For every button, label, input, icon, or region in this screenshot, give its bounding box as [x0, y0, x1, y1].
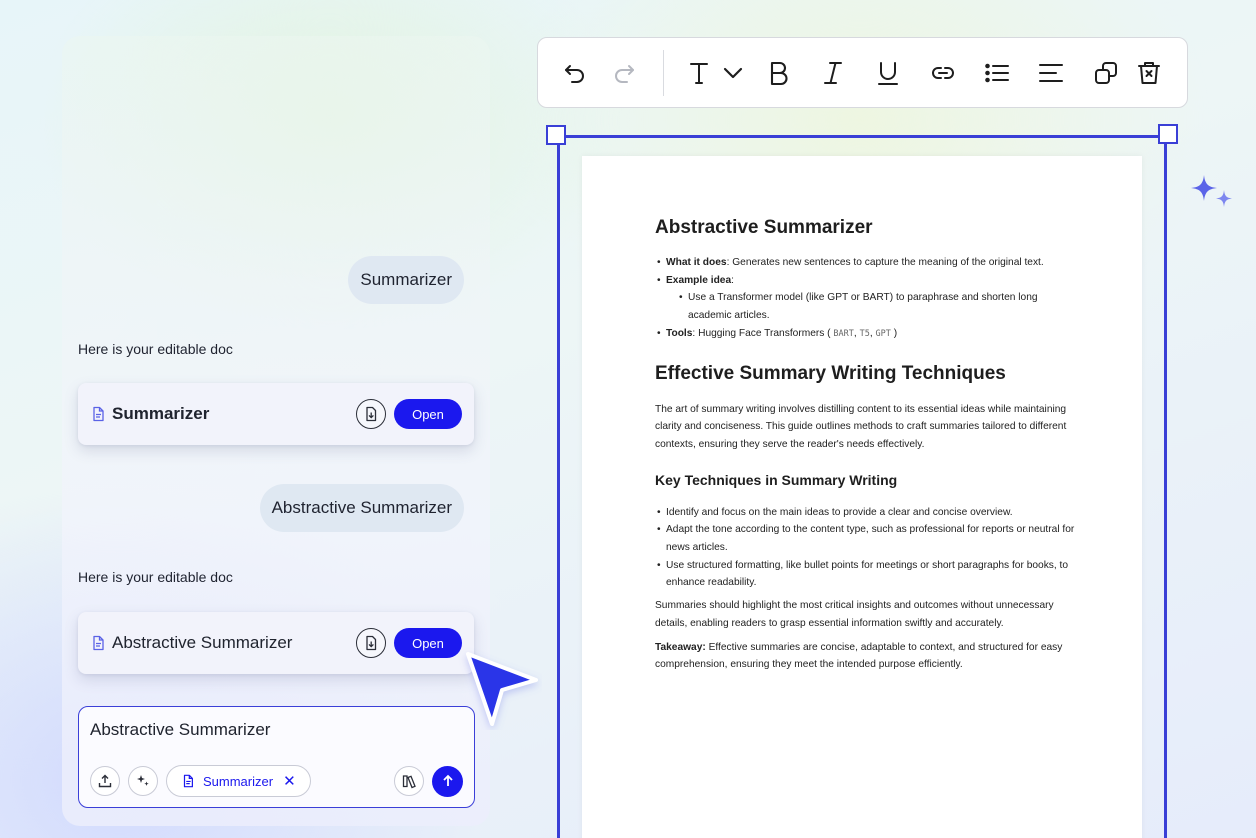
- list-item-text: : Hugging Face Transformers (: [692, 327, 831, 339]
- user-message-bubble: Summarizer: [348, 256, 464, 304]
- composer-actions: Summarizer ✕: [90, 765, 463, 797]
- code-token: T5: [859, 328, 870, 339]
- open-button[interactable]: Open: [394, 628, 462, 658]
- italic-icon: [824, 62, 842, 84]
- bold-label: Tools: [666, 327, 693, 339]
- text-style-button[interactable]: [684, 58, 714, 88]
- chat-panel: Summarizer Here is your editable doc Sum…: [62, 36, 490, 826]
- bold-label: Example idea: [666, 274, 732, 286]
- remove-chip-icon[interactable]: ✕: [283, 772, 296, 790]
- list-item: Identify and focus on the main ideas to …: [655, 504, 1075, 522]
- bold-icon: [770, 61, 788, 86]
- doc-subheading: Key Techniques in Summary Writing: [655, 471, 898, 488]
- sparkle-icon: [137, 775, 149, 786]
- chip-label: Summarizer: [203, 773, 274, 789]
- upload-button[interactable]: [90, 766, 120, 796]
- list-item: What it does: Generates new sentences to…: [655, 254, 1075, 272]
- chevron-down-icon: [723, 67, 743, 79]
- list-item: Tools: Hugging Face Transformers ( BART,…: [655, 325, 1075, 344]
- bold-label: Takeaway:: [655, 641, 706, 653]
- doc-technique-list: Identify and focus on the main ideas to …: [655, 504, 1075, 593]
- undo-icon: [565, 65, 584, 83]
- redo-button[interactable]: [609, 58, 639, 88]
- text-style-icon: [690, 63, 708, 84]
- doc-takeaway: Takeaway: Effective summaries are concis…: [655, 639, 1075, 674]
- delete-icon: [1138, 62, 1160, 84]
- open-button[interactable]: Open: [394, 399, 462, 429]
- user-message-text: Summarizer: [360, 270, 452, 289]
- pointer-cursor-icon: [466, 652, 538, 726]
- doc-summary-list: What it does: Generates new sentences to…: [655, 254, 1075, 344]
- underline-button[interactable]: [873, 58, 903, 88]
- duplicate-icon: [1095, 62, 1117, 84]
- nested-list: Use a Transformer model (like GPT or BAR…: [677, 289, 1075, 324]
- resize-handle-top-right[interactable]: [1158, 124, 1178, 144]
- document-icon: [90, 635, 106, 651]
- align-left-icon: [1039, 64, 1063, 82]
- document-content: Abstractive Summarizer What it does: Gen…: [655, 216, 1075, 680]
- doc-card-title: Summarizer: [112, 404, 210, 423]
- italic-button[interactable]: [818, 58, 848, 88]
- library-icon: [402, 775, 416, 789]
- list-item-text: :: [731, 274, 734, 286]
- text-style-dropdown[interactable]: [718, 58, 748, 88]
- send-button[interactable]: [432, 765, 463, 797]
- ai-enhance-button[interactable]: [128, 766, 158, 796]
- list-item: Adapt the tone according to the content …: [655, 521, 1075, 556]
- sparkle-icon: [1191, 175, 1232, 207]
- undo-button[interactable]: [560, 58, 590, 88]
- chat-composer[interactable]: Abstractive Summarizer Summarizer ✕: [78, 706, 475, 808]
- doc-card[interactable]: Summarizer Open: [78, 383, 474, 445]
- bold-label: What it does: [666, 257, 727, 268]
- list-item: Use a Transformer model (like GPT or BAR…: [677, 289, 1075, 324]
- resize-handle-top-left[interactable]: [546, 125, 566, 145]
- code-token: GPT: [875, 328, 891, 339]
- download-button[interactable]: [356, 399, 386, 429]
- download-button[interactable]: [356, 628, 386, 658]
- doc-title: Abstractive Summarizer: [655, 217, 873, 238]
- composer-input[interactable]: Abstractive Summarizer: [90, 720, 270, 740]
- bulleted-list-icon: [985, 63, 1009, 83]
- library-button[interactable]: [394, 766, 424, 796]
- download-icon: [366, 635, 377, 651]
- toolbar-divider: [663, 50, 664, 96]
- document-page[interactable]: Abstractive Summarizer What it does: Gen…: [582, 156, 1142, 838]
- assistant-message: Here is your editable doc: [78, 569, 233, 585]
- underline-icon: [878, 62, 898, 85]
- document-icon: [90, 406, 106, 422]
- list-item-text: ): [893, 327, 898, 339]
- doc-card-title: Abstractive Summarizer: [112, 633, 293, 652]
- arrow-up-icon: [442, 774, 453, 786]
- doc-card[interactable]: Abstractive Summarizer Open: [78, 612, 474, 674]
- upload-icon: [98, 774, 112, 788]
- doc-paragraph: Summaries should highlight the most crit…: [655, 600, 1054, 629]
- editor-toolbar: [537, 37, 1188, 108]
- attached-doc-chip[interactable]: Summarizer ✕: [166, 765, 311, 797]
- code-token: BART: [833, 328, 854, 339]
- duplicate-button[interactable]: [1091, 58, 1121, 88]
- link-icon: [932, 67, 954, 79]
- align-left-button[interactable]: [1036, 58, 1066, 88]
- document-icon: [181, 774, 195, 788]
- redo-icon: [615, 65, 634, 83]
- assistant-message: Here is your editable doc: [78, 341, 233, 357]
- doc-heading: Effective Summary Writing Techniques: [655, 362, 1006, 384]
- list-item-text: : Generates new sentences to capture the…: [726, 257, 1044, 268]
- link-button[interactable]: [928, 58, 958, 88]
- takeaway-text: Effective summaries are concise, adaptab…: [655, 641, 1063, 671]
- download-icon: [366, 406, 377, 422]
- user-message-text: Abstractive Summarizer: [271, 498, 452, 517]
- user-message-bubble: Abstractive Summarizer: [259, 484, 464, 532]
- bulleted-list-button[interactable]: [982, 58, 1012, 88]
- list-item: Use structured formatting, like bullet p…: [655, 557, 1075, 592]
- list-item: Example idea: Use a Transformer model (l…: [655, 272, 1075, 325]
- doc-paragraph: The art of summary writing involves dist…: [655, 403, 1067, 450]
- bold-button[interactable]: [764, 58, 794, 88]
- delete-button[interactable]: [1134, 58, 1164, 88]
